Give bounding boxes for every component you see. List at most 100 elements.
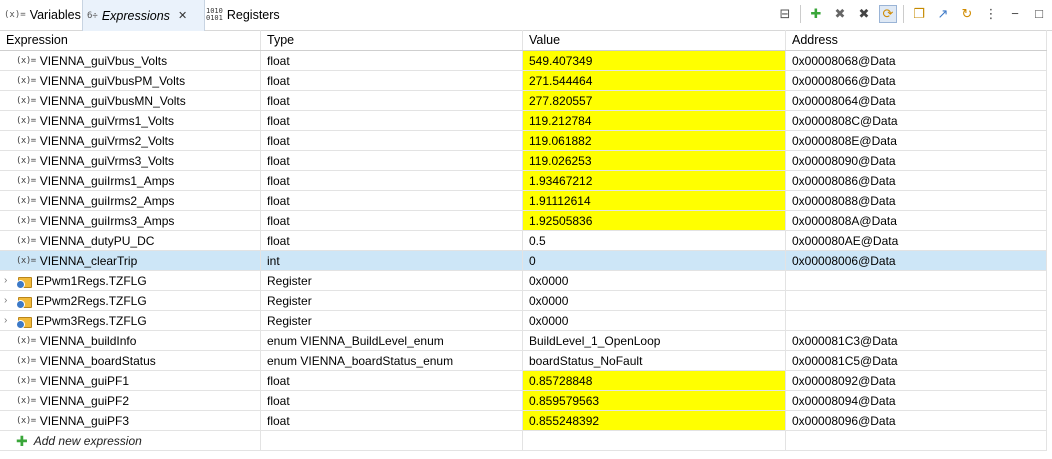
address-cell: 0x00008066@Data	[786, 71, 1047, 91]
table-row[interactable]: (x)= VIENNA_guiVbus_Volts float 549.40734…	[0, 51, 1047, 71]
variable-icon: (x)=	[16, 415, 36, 426]
table-row[interactable]: (x)= VIENNA_guiVrms3_Volts float 119.0262…	[0, 151, 1047, 171]
value-cell[interactable]: 0	[523, 251, 786, 271]
table-row[interactable]: (x)= VIENNA_guiIrms2_Amps float 1.9111261…	[0, 191, 1047, 211]
value-cell[interactable]: 0x0000	[523, 291, 786, 311]
address-cell: 0x00008086@Data	[786, 171, 1047, 191]
remove-icon[interactable]: ✖	[831, 5, 849, 23]
value-cell[interactable]: 119.212784	[523, 111, 786, 131]
table-row[interactable]: (x)= VIENNA_boardStatus enum VIENNA_board…	[0, 351, 1047, 371]
value-cell[interactable]: 0.855248392	[523, 411, 786, 431]
table-row[interactable]: (x)= VIENNA_guiPF3 float 0.855248392 0x00…	[0, 411, 1047, 431]
view-menu-icon[interactable]: ⋮	[982, 5, 1000, 23]
expression-name: VIENNA_guiIrms2_Amps	[39, 193, 175, 208]
address-cell: 0x000081C5@Data	[786, 351, 1047, 371]
table-row[interactable]: (x)= VIENNA_guiPF2 float 0.859579563 0x00…	[0, 391, 1047, 411]
continuous-refresh-icon[interactable]: ↻	[958, 5, 976, 23]
variable-icon: (x)=	[16, 75, 36, 86]
table-row[interactable]: (x)= VIENNA_guiVrms2_Volts float 119.0618…	[0, 131, 1047, 151]
table-row[interactable]: (x)= VIENNA_guiPF1 float 0.85728848 0x000…	[0, 371, 1047, 391]
type-cell: float	[261, 211, 523, 231]
value-cell[interactable]: 277.820557	[523, 91, 786, 111]
variable-icon: (x)=	[16, 355, 36, 366]
table-row[interactable]: › EPwm1Regs.TZFLG Register 0x0000	[0, 271, 1047, 291]
address-cell: 0x0000808A@Data	[786, 211, 1047, 231]
add-icon: ✚	[16, 432, 28, 449]
expression-cell: (x)= VIENNA_guiPF2	[0, 391, 261, 411]
minimize-icon[interactable]: −	[1006, 5, 1024, 23]
expression-cell: (x)= VIENNA_guiVbusPM_Volts	[0, 71, 261, 91]
table-row[interactable]: (x)= VIENNA_dutyPU_DC float 0.5 0x000080A…	[0, 231, 1047, 251]
value-cell[interactable]: 0.85728848	[523, 371, 786, 391]
table-row[interactable]: (x)= VIENNA_guiVbusMN_Volts float 277.820…	[0, 91, 1047, 111]
expression-cell: (x)= VIENNA_guiVbus_Volts	[0, 51, 261, 71]
add-new-expression-row[interactable]: ✚ Add new expression	[0, 431, 1047, 451]
variable-icon: (x)=	[16, 215, 36, 226]
type-cell: enum VIENNA_BuildLevel_enum	[261, 331, 523, 351]
value-cell[interactable]: 0.5	[523, 231, 786, 251]
export-icon[interactable]: ↗	[934, 5, 952, 23]
address-cell: 0x000081C3@Data	[786, 331, 1047, 351]
remove-all-icon[interactable]: ✖	[855, 5, 873, 23]
expand-chevron-icon[interactable]: ›	[4, 291, 16, 310]
value-cell[interactable]: 0.859579563	[523, 391, 786, 411]
table-row[interactable]: (x)= VIENNA_buildInfo enum VIENNA_BuildLe…	[0, 331, 1047, 351]
close-icon[interactable]: ✕	[178, 9, 187, 22]
value-cell[interactable]: 0x0000	[523, 311, 786, 331]
address-cell	[786, 311, 1047, 331]
add-expression-cell[interactable]: ✚ Add new expression	[0, 431, 261, 451]
value-cell[interactable]: 0x0000	[523, 271, 786, 291]
toolbar-separator	[903, 5, 904, 23]
column-header-type[interactable]: Type	[261, 30, 523, 50]
value-cell[interactable]: 549.407349	[523, 51, 786, 71]
column-header-expression[interactable]: Expression	[0, 30, 261, 50]
expand-chevron-icon[interactable]: ›	[4, 311, 16, 330]
address-cell: 0x0000808C@Data	[786, 111, 1047, 131]
value-cell[interactable]: 271.544464	[523, 71, 786, 91]
expression-name: VIENNA_guiPF3	[39, 413, 130, 428]
address-cell: 0x00008096@Data	[786, 411, 1047, 431]
table-row[interactable]: (x)= VIENNA_guiVrms1_Volts float 119.2127…	[0, 111, 1047, 131]
maximize-icon[interactable]: □	[1030, 5, 1048, 23]
table-row[interactable]: (x)= VIENNA_guiVbusPM_Volts float 271.544…	[0, 71, 1047, 91]
address-cell: 0x00008090@Data	[786, 151, 1047, 171]
value-cell[interactable]: 1.93467212	[523, 171, 786, 191]
value-cell[interactable]: 119.026253	[523, 151, 786, 171]
value-cell[interactable]: boardStatus_NoFault	[523, 351, 786, 371]
table-row[interactable]: (x)= VIENNA_guiIrms1_Amps float 1.9346721…	[0, 171, 1047, 191]
variable-icon: (x)=	[16, 195, 36, 206]
value-cell[interactable]: 1.92505836	[523, 211, 786, 231]
type-cell: float	[261, 51, 523, 71]
value-cell[interactable]: BuildLevel_1_OpenLoop	[523, 331, 786, 351]
type-cell: float	[261, 411, 523, 431]
expression-cell: (x)= VIENNA_clearTrip	[0, 251, 261, 271]
expand-chevron-icon[interactable]: ›	[4, 271, 16, 290]
tab-registers[interactable]: 1010 0101 Registers	[204, 0, 280, 30]
type-cell: float	[261, 371, 523, 391]
toolbar-separator	[800, 5, 801, 23]
new-window-icon[interactable]: ❐	[910, 5, 928, 23]
expression-name: VIENNA_guiIrms1_Amps	[39, 173, 175, 188]
table-row[interactable]: › EPwm3Regs.TZFLG Register 0x0000	[0, 311, 1047, 331]
empty-cell	[261, 431, 523, 451]
value-cell[interactable]: 119.061882	[523, 131, 786, 151]
column-header-address[interactable]: Address	[786, 30, 1047, 50]
table-row[interactable]: › EPwm2Regs.TZFLG Register 0x0000	[0, 291, 1047, 311]
variable-icon: (x)=	[16, 335, 36, 346]
table-row[interactable]: (x)= VIENNA_guiIrms3_Amps float 1.9250583…	[0, 211, 1047, 231]
register-group-icon	[16, 295, 32, 309]
view-toolbar: ⊟ ✚ ✖ ✖ ⟳ ❐ ↗ ↻ ⋮ − □	[776, 5, 1048, 23]
address-cell: 0x00008094@Data	[786, 391, 1047, 411]
expression-cell: (x)= VIENNA_guiVbusMN_Volts	[0, 91, 261, 111]
expression-name: VIENNA_clearTrip	[39, 253, 138, 268]
variable-icon: (x)=	[16, 135, 36, 146]
collapse-all-icon[interactable]: ⊟	[776, 5, 794, 23]
add-expression-icon[interactable]: ✚	[807, 5, 825, 23]
refresh-icon[interactable]: ⟳	[879, 5, 897, 23]
value-cell[interactable]: 1.91112614	[523, 191, 786, 211]
tab-expressions-label: Expressions	[101, 8, 170, 23]
tab-expressions[interactable]: 6÷ Expressions ✕	[82, 0, 205, 31]
column-header-value[interactable]: Value	[523, 30, 786, 50]
tab-variables[interactable]: (x)= Variables	[4, 0, 81, 30]
table-row-selected[interactable]: (x)= VIENNA_clearTrip int 0 0x00008006@Da…	[0, 251, 1047, 271]
